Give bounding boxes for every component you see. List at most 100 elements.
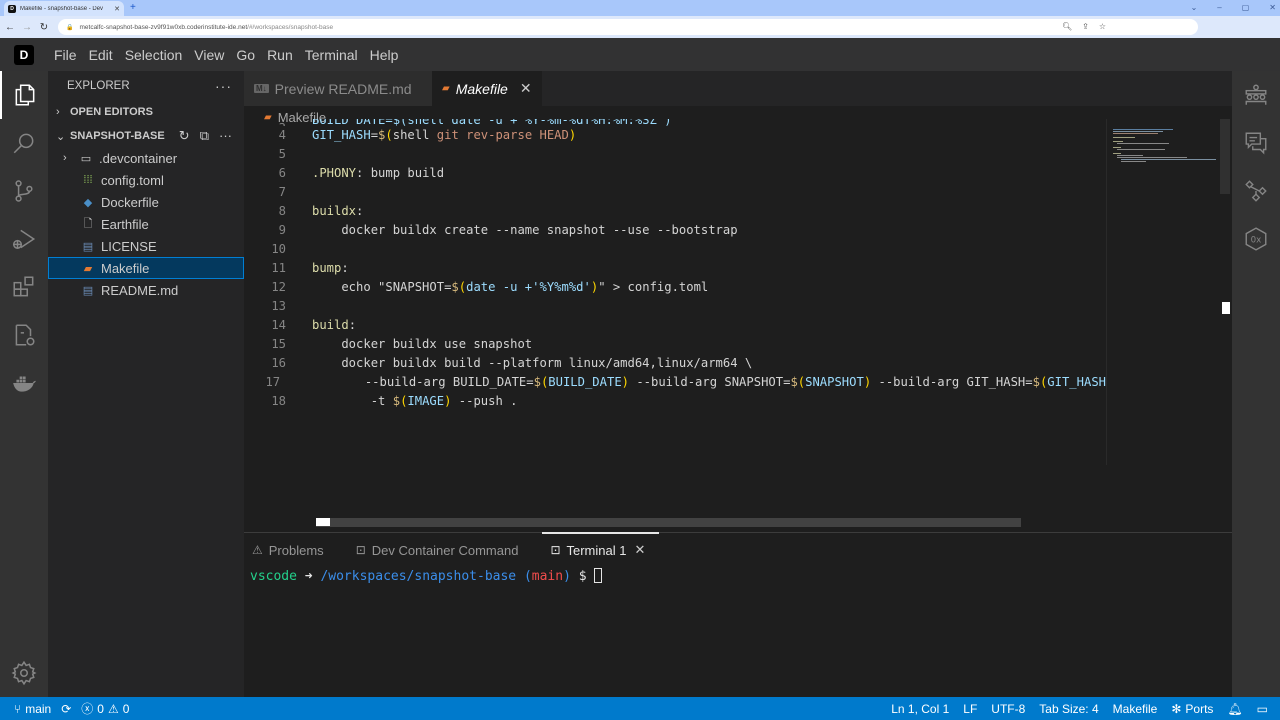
editor-area: M↓ Preview README.md ▰ Makefile ✕ ▰ Make… [244, 71, 1232, 697]
markdown-file-icon: ▤ [82, 284, 94, 297]
close-terminal-icon[interactable]: ✕ [634, 542, 645, 558]
menu-view[interactable]: View [188, 47, 230, 63]
collaborators-icon[interactable] [1232, 71, 1280, 119]
more-actions-icon[interactable]: ··· [219, 128, 232, 144]
code-line: 10 [271, 242, 286, 256]
address-bar[interactable]: 🔒 metcalfc-snapshot-base-zv9f91w0xb.code… [58, 19, 1198, 35]
tree-item-label: Earthfile [101, 216, 149, 232]
new-tab-button[interactable]: + [130, 1, 136, 15]
close-window-button[interactable]: ✕ [1269, 0, 1276, 16]
menu-selection[interactable]: Selection [119, 47, 189, 63]
back-button[interactable]: ← [3, 22, 17, 33]
open-editors-section[interactable]: › OPEN EDITORS [48, 101, 244, 123]
tree-item-label: config.toml [101, 172, 164, 188]
bottom-panel: ⚠ Problems ⊡ Dev Container Command ⊡ Ter… [244, 532, 1232, 697]
scrollbar-thumb[interactable] [1220, 119, 1230, 194]
notifications-bell-icon[interactable]: 🔔︎ [1227, 702, 1242, 716]
secondary-activity-bar: 0x [1232, 71, 1280, 697]
comments-icon[interactable] [1232, 119, 1280, 167]
url-path: /#/workspaces/snapshot-base [247, 23, 334, 31]
scrollbar-marker [316, 518, 330, 526]
sync-button[interactable]: ⟳ [61, 702, 71, 716]
status-bar: ⑂ main ⟳ ⓧ 0 ⚠ 0 Ln 1, Col 1 LF UTF-8 Ta… [0, 697, 1280, 720]
tree-file-dockerfile[interactable]: ◆ Dockerfile [48, 191, 244, 213]
code-line: 18 -t $(IMAGE) --push . [271, 394, 518, 408]
terminal-icon: ⊡ [550, 543, 561, 557]
workspace-section[interactable]: ⌄ SNAPSHOT-BASE ↻ ⧉ ··· [48, 125, 244, 147]
tab-search-button[interactable]: ⌄ [1191, 0, 1198, 16]
code-line: 15 docker buildx use snapshot [271, 337, 533, 351]
share-icon[interactable]: ⇪ [1082, 19, 1089, 35]
vertical-scrollbar[interactable] [1218, 119, 1232, 465]
lock-icon: 🔒 [66, 24, 74, 31]
maximize-button[interactable]: ▢ [1242, 0, 1250, 16]
tab-terminal-1[interactable]: ⊡ Terminal 1 ✕ [542, 532, 660, 567]
warning-icon: ⚠ [252, 543, 263, 557]
settings-gear-icon[interactable] [0, 649, 48, 697]
warning-icon: ⚠ [107, 701, 119, 716]
close-tab-icon[interactable]: ✕ [114, 5, 120, 13]
forward-button[interactable]: → [20, 22, 34, 33]
menu-help[interactable]: Help [364, 47, 405, 63]
tab-size-status[interactable]: Tab Size: 4 [1039, 702, 1098, 716]
language-mode-status[interactable]: Makefile [1113, 702, 1158, 716]
git-branch-status[interactable]: ⑂ main [14, 702, 51, 716]
search-icon[interactable] [0, 119, 48, 167]
run-debug-icon[interactable] [0, 215, 48, 263]
tree-folder-devcontainer[interactable]: › ▭ .devcontainer [48, 147, 244, 169]
tree-file-makefile[interactable]: ▰ Makefile [48, 257, 244, 279]
minimap[interactable] [1106, 119, 1218, 465]
code-line: 11 bump: [271, 261, 349, 275]
minimize-button[interactable]: – [1217, 0, 1221, 16]
code-line: 5 [278, 147, 286, 161]
docker-icon[interactable] [0, 359, 48, 407]
encoding-status[interactable]: UTF-8 [991, 702, 1025, 716]
ports-status[interactable]: ✻ Ports [1171, 702, 1213, 716]
terminal-prompt[interactable]: vscode ➜ /workspaces/snapshot-base (main… [244, 567, 1232, 587]
menu-file[interactable]: File [48, 47, 83, 63]
tree-item-label: README.md [101, 282, 179, 298]
horizontal-scrollbar[interactable] [316, 518, 1021, 527]
refresh-icon[interactable]: ↻ [179, 128, 190, 144]
app-logo[interactable]: D [14, 44, 34, 65]
cursor-position-status[interactable]: Ln 1, Col 1 [891, 702, 949, 716]
more-actions-icon[interactable]: ··· [215, 78, 232, 94]
favicon: D [8, 4, 16, 13]
code-editor[interactable]: 3 BUILD_DATE=$(shell date -u +'%Y-%m-%dT… [244, 119, 1106, 529]
bookmark-star-icon[interactable]: ☆ [1099, 19, 1106, 35]
browser-tab[interactable]: D Makefile - snapshot-base - Dev ✕ [4, 1, 124, 16]
menu-terminal[interactable]: Terminal [299, 47, 364, 63]
code-line: 9 docker buildx create --name snapshot -… [278, 223, 738, 237]
layout-panel-icon[interactable]: ▭ [1257, 702, 1268, 716]
code-line: 17 --build-arg BUILD_DATE=$(BUILD_DATE) … [265, 375, 1106, 389]
problems-status[interactable]: ⓧ 0 ⚠ 0 [81, 700, 129, 717]
tab-dev-container-command[interactable]: ⊡ Dev Container Command [356, 533, 519, 567]
tree-file-license[interactable]: ▤ LICENSE [48, 235, 244, 257]
source-control-icon[interactable] [0, 167, 48, 215]
activity-bar [0, 71, 48, 697]
explorer-sidebar: EXPLORER ··· › OPEN EDITORS ⌄ SNAPSHOT-B… [48, 71, 244, 697]
hex-editor-icon[interactable]: 0x [1232, 215, 1280, 263]
tree-file-config-toml[interactable]: ⁞⁞⁞ config.toml [48, 169, 244, 191]
remote-explorer-icon[interactable] [0, 311, 48, 359]
tab-preview-readme[interactable]: M↓ Preview README.md [244, 71, 432, 106]
eol-status[interactable]: LF [963, 702, 977, 716]
terminal-icon: ⊡ [355, 543, 366, 557]
tree-file-readme[interactable]: ▤ README.md [48, 279, 244, 301]
zoom-icon[interactable]: 🔍︎ [1062, 19, 1072, 35]
menu-run[interactable]: Run [261, 47, 299, 63]
menu-bar: D File Edit Selection View Go Run Termin… [0, 38, 1280, 71]
code-line: 4 GIT_HASH=$(shell git rev-parse HEAD) [278, 128, 577, 142]
tab-problems[interactable]: ⚠ Problems [252, 533, 324, 567]
collapse-all-icon[interactable]: ⧉ [200, 128, 209, 144]
tree-file-earthfile[interactable]: 🗋 Earthfile [48, 213, 244, 235]
explorer-icon[interactable] [0, 71, 48, 119]
extensions-icon[interactable] [0, 263, 48, 311]
workflow-icon[interactable] [1232, 167, 1280, 215]
tab-makefile[interactable]: ▰ Makefile ✕ [432, 71, 542, 106]
menu-edit[interactable]: Edit [83, 47, 119, 63]
chevron-down-icon: ⌄ [56, 130, 66, 143]
close-tab-icon[interactable]: ✕ [520, 80, 532, 97]
reload-button[interactable]: ↻ [37, 22, 51, 33]
menu-go[interactable]: Go [230, 47, 261, 63]
